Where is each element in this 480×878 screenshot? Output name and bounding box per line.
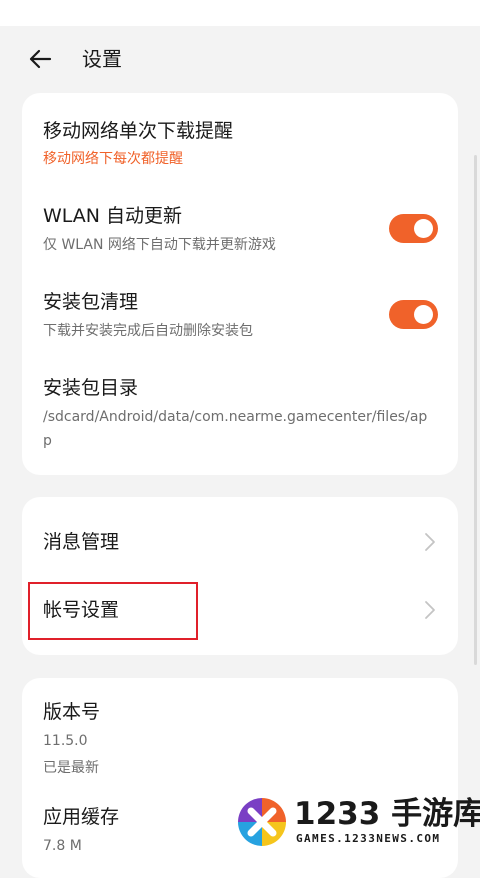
package-cleanup-title: 安装包清理 (43, 291, 139, 313)
watermark-url: GAMES.1233NEWS.COM (296, 832, 441, 845)
wlan-auto-update-toggle[interactable] (389, 214, 438, 243)
message-management-label: 消息管理 (43, 531, 120, 553)
app-cache-title: 应用缓存 (43, 806, 120, 828)
mobile-download-reminder-row[interactable]: 移动网络单次下载提醒 移动网络下每次都提醒 (22, 93, 458, 179)
version-row[interactable]: 版本号 11.5.0 已是最新 (22, 678, 458, 790)
wlan-auto-update-row: WLAN 自动更新 仅 WLAN 网络下自动下载并更新游戏 (22, 179, 458, 265)
wlan-auto-update-title: WLAN 自动更新 (43, 205, 183, 227)
page-title: 设置 (82, 47, 122, 71)
package-cleanup-row: 安装包清理 下载并安装完成后自动删除安装包 (22, 265, 458, 351)
mobile-download-reminder-value: 移动网络下每次都提醒 (43, 151, 183, 167)
watermark: 1233 手游库 GAMES.1233NEWS.COM (236, 796, 480, 852)
mobile-download-reminder-title: 移动网络单次下载提醒 (43, 120, 234, 142)
wlan-auto-update-desc: 仅 WLAN 网络下自动下载并更新游戏 (43, 237, 276, 253)
watermark-brand: 1233 手游库 (294, 796, 480, 832)
package-directory-path: /sdcard/Android/data/com.nearme.gamecent… (43, 409, 428, 449)
chevron-right-icon (425, 601, 435, 619)
message-management-row[interactable]: 消息管理 (22, 508, 458, 576)
watermark-logo-icon (238, 798, 286, 846)
scrollbar[interactable] (474, 155, 477, 665)
toggle-knob (414, 219, 433, 238)
header: 设置 (0, 26, 480, 92)
chevron-right-icon (425, 533, 435, 551)
package-directory-title: 安装包目录 (43, 377, 139, 399)
version-title: 版本号 (43, 701, 101, 723)
package-cleanup-desc: 下载并安装完成后自动删除安装包 (43, 323, 253, 339)
version-number: 11.5.0 (43, 733, 88, 749)
status-bar (0, 0, 480, 26)
arrow-left-icon (29, 49, 52, 69)
package-directory-row[interactable]: 安装包目录 /sdcard/Android/data/com.nearme.ga… (22, 351, 458, 475)
toggle-knob (414, 305, 433, 324)
app-cache-size: 7.8 M (43, 838, 82, 854)
back-button[interactable] (22, 44, 58, 74)
highlight-box (28, 582, 198, 640)
version-status: 已是最新 (43, 760, 99, 776)
package-cleanup-toggle[interactable] (389, 300, 438, 329)
